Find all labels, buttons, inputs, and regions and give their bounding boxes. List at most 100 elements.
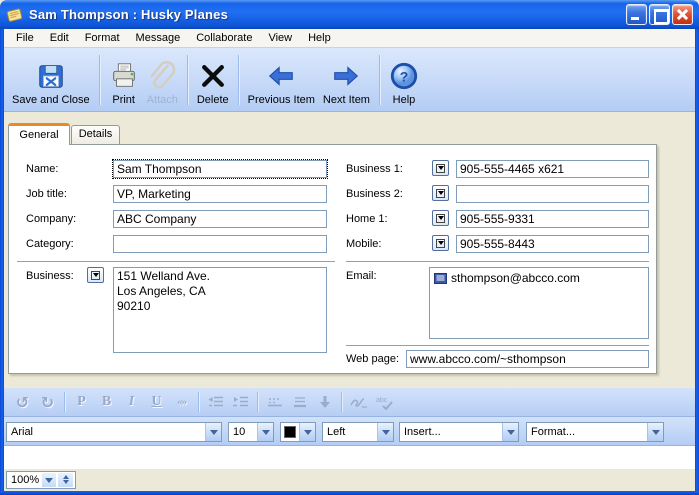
editor-strip bbox=[4, 446, 695, 468]
window-border bbox=[0, 491, 699, 495]
alignment-select[interactable]: Left bbox=[322, 422, 394, 442]
toolbar-separator bbox=[64, 392, 65, 412]
menu-format[interactable]: Format bbox=[77, 30, 128, 46]
mobile-dropdown-button[interactable] bbox=[432, 235, 449, 251]
chevron-down-icon bbox=[299, 423, 315, 441]
menu-file[interactable]: File bbox=[8, 30, 42, 46]
format-value: Format... bbox=[531, 426, 575, 438]
previous-item-button[interactable]: Previous Item bbox=[244, 51, 319, 109]
contact-card-icon bbox=[6, 6, 24, 24]
redo-icon: ↻ bbox=[35, 391, 60, 413]
business-address-textarea[interactable]: 151 Welland Ave. Los Angeles, CA 90210 bbox=[113, 267, 327, 353]
format-toolbar: ↺ ↻ P B I U «» abc bbox=[4, 388, 695, 417]
business-address-label: Business: bbox=[26, 270, 74, 282]
minimize-button[interactable] bbox=[626, 4, 647, 25]
toolbar-separator bbox=[238, 55, 239, 105]
category-label: Category: bbox=[26, 238, 74, 250]
font-color-select[interactable] bbox=[280, 422, 316, 442]
save-and-close-label: Save and Close bbox=[12, 94, 90, 106]
toolbar-separator bbox=[341, 392, 342, 412]
previous-item-label: Previous Item bbox=[248, 94, 315, 106]
business1-dropdown-button[interactable] bbox=[432, 160, 449, 176]
delete-x-icon bbox=[199, 60, 227, 92]
bold-icon: B bbox=[94, 391, 119, 413]
business-address-dropdown-button[interactable] bbox=[87, 267, 104, 283]
save-and-close-button[interactable]: Save and Close bbox=[8, 51, 94, 109]
dropdown-arrow-icon bbox=[436, 214, 445, 223]
toolbar-separator bbox=[379, 55, 380, 105]
business2-label: Business 2: bbox=[346, 188, 403, 200]
company-label: Company: bbox=[26, 213, 76, 225]
insert-select[interactable]: Insert... bbox=[399, 422, 519, 442]
attach-button: Attach bbox=[143, 51, 182, 109]
print-icon bbox=[109, 60, 139, 92]
menu-collaborate[interactable]: Collaborate bbox=[188, 30, 260, 46]
svg-text:?: ? bbox=[400, 69, 409, 85]
quotes-icon: «» bbox=[169, 391, 194, 413]
job-title-input[interactable] bbox=[113, 185, 327, 203]
dropdown-arrow-icon bbox=[436, 189, 445, 198]
web-page-label: Web page: bbox=[346, 353, 399, 365]
window-border bbox=[0, 29, 4, 495]
next-item-label: Next Item bbox=[323, 94, 370, 106]
undo-icon: ↺ bbox=[10, 391, 35, 413]
font-family-select[interactable]: Arial bbox=[6, 422, 222, 442]
zoom-select[interactable]: 100% bbox=[6, 471, 76, 489]
email-value: sthompson@abcco.com bbox=[451, 271, 580, 285]
outdent-list-icon bbox=[203, 391, 228, 413]
insert-value: Insert... bbox=[404, 426, 441, 438]
menu-help[interactable]: Help bbox=[300, 30, 339, 46]
svg-text:abc: abc bbox=[376, 397, 388, 404]
underline-icon: U bbox=[144, 391, 169, 413]
mobile-input[interactable] bbox=[456, 235, 649, 253]
home1-input[interactable] bbox=[456, 210, 649, 228]
delete-button[interactable]: Delete bbox=[193, 51, 233, 109]
chevron-down-icon bbox=[502, 423, 518, 441]
tab-general[interactable]: General bbox=[8, 123, 70, 145]
tab-details[interactable]: Details bbox=[71, 125, 120, 145]
toolbar-separator bbox=[187, 55, 188, 105]
chevron-down-icon[interactable] bbox=[42, 473, 56, 487]
save-disk-icon bbox=[36, 60, 66, 92]
mobile-label: Mobile: bbox=[346, 238, 381, 250]
maximize-button[interactable] bbox=[649, 4, 670, 25]
title-bar[interactable]: Sam Thompson : Husky Planes bbox=[0, 0, 699, 29]
separator bbox=[346, 261, 649, 262]
zoom-value: 100% bbox=[11, 472, 39, 488]
print-label: Print bbox=[112, 94, 135, 106]
separator bbox=[17, 261, 335, 262]
next-item-button[interactable]: Next Item bbox=[319, 51, 374, 109]
home1-dropdown-button[interactable] bbox=[432, 210, 449, 226]
category-input[interactable] bbox=[113, 235, 327, 253]
chevron-down-icon bbox=[205, 423, 221, 441]
close-button[interactable] bbox=[672, 4, 693, 25]
web-page-input[interactable] bbox=[406, 350, 649, 368]
print-button[interactable]: Print bbox=[105, 51, 143, 109]
zoom-spinner[interactable] bbox=[58, 473, 73, 487]
menu-message[interactable]: Message bbox=[128, 30, 189, 46]
email-box[interactable]: sthompson@abcco.com bbox=[429, 267, 649, 339]
business2-input[interactable] bbox=[456, 185, 649, 203]
contact-window: Sam Thompson : Husky Planes File Edit Fo… bbox=[0, 0, 699, 495]
business2-dropdown-button[interactable] bbox=[432, 185, 449, 201]
delete-label: Delete bbox=[197, 94, 229, 106]
window-border bbox=[695, 29, 699, 495]
arrow-down-icon bbox=[312, 391, 337, 413]
name-input[interactable] bbox=[113, 160, 327, 178]
company-input[interactable] bbox=[113, 210, 327, 228]
font-family-value: Arial bbox=[11, 426, 33, 438]
help-button[interactable]: ? Help bbox=[385, 51, 423, 109]
job-title-label: Job title: bbox=[26, 188, 67, 200]
attach-label: Attach bbox=[147, 94, 178, 106]
chevron-down-icon bbox=[257, 423, 273, 441]
dotted-rule-icon bbox=[262, 391, 287, 413]
font-size-select[interactable]: 10 bbox=[228, 422, 274, 442]
menu-view[interactable]: View bbox=[260, 30, 300, 46]
font-size-value: 10 bbox=[233, 426, 245, 438]
dropdown-arrow-icon bbox=[91, 271, 100, 280]
menu-edit[interactable]: Edit bbox=[42, 30, 77, 46]
format-select[interactable]: Format... bbox=[526, 422, 664, 442]
name-label: Name: bbox=[26, 163, 58, 175]
business1-input[interactable] bbox=[456, 160, 649, 178]
separator bbox=[346, 345, 649, 346]
